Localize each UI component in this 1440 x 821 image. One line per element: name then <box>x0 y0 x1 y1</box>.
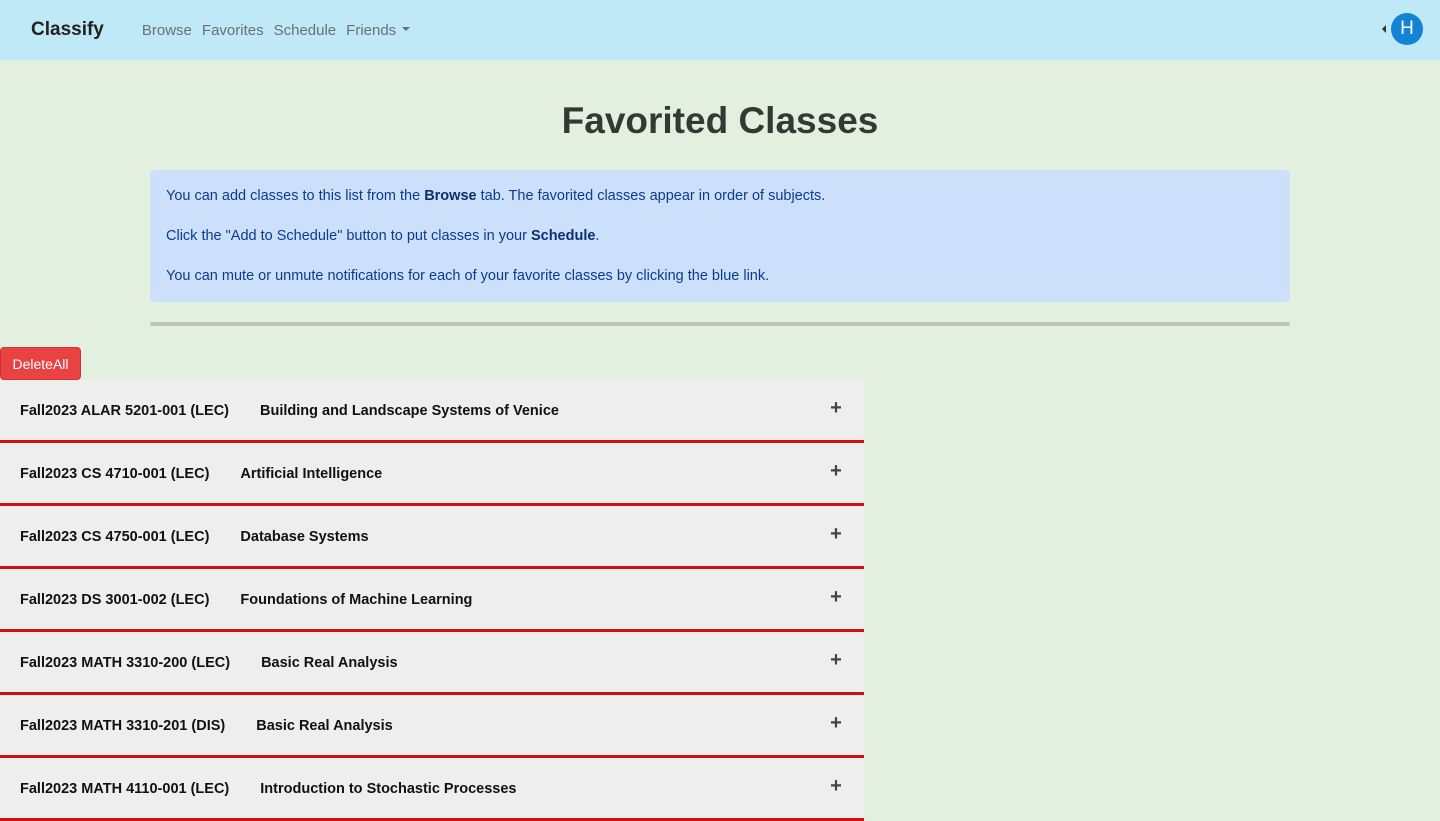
class-name: Foundations of Machine Learning <box>240 592 473 608</box>
class-code: Fall2023 ALAR 5201-001 (LEC) <box>20 403 229 419</box>
class-name: Artificial Intelligence <box>240 466 383 482</box>
chevron-down-icon <box>402 26 411 31</box>
schedule-reference: Schedule <box>530 228 596 244</box>
nav-link-schedule[interactable]: Schedule <box>274 22 337 39</box>
class-code: Fall2023 MATH 3310-200 (LEC) <box>20 655 231 671</box>
class-name: Basic Real Analysis <box>256 718 393 734</box>
plus-icon[interactable]: + <box>828 524 844 544</box>
user-menu[interactable]: H <box>1382 13 1423 45</box>
class-name: Introduction to Stochastic Processes <box>260 781 517 797</box>
class-row[interactable]: Fall2023 MATH 4110-001 (LEC) Introductio… <box>0 758 864 821</box>
info-line-3: You can mute or unmute notifications for… <box>166 268 770 284</box>
info-line-1: You can add classes to this list from th… <box>166 188 826 204</box>
avatar[interactable]: H <box>1391 13 1423 45</box>
plus-icon[interactable]: + <box>828 587 844 607</box>
plus-icon[interactable]: + <box>828 650 844 670</box>
info-line-2: Click the "Add to Schedule" button to pu… <box>166 228 600 244</box>
class-name: Basic Real Analysis <box>261 655 398 671</box>
class-row[interactable]: Fall2023 ALAR 5201-001 (LEC) Building an… <box>0 380 864 443</box>
class-name: Database Systems <box>240 529 369 545</box>
plus-icon[interactable]: + <box>828 713 844 733</box>
friends-label: Friends <box>346 21 397 39</box>
browse-tab-reference: Browse <box>424 188 477 204</box>
plus-icon[interactable]: + <box>828 776 844 796</box>
class-row[interactable]: Fall2023 MATH 3310-200 (LEC) Basic Real … <box>0 632 864 695</box>
class-row[interactable]: Fall2023 DS 3001-002 (LEC) Foundations o… <box>0 569 864 632</box>
class-code: Fall2023 CS 4750-001 (LEC) <box>20 529 210 545</box>
nav-dropdown-friends[interactable]: Friends <box>346 21 411 39</box>
brand-logo[interactable]: Classify <box>31 19 104 41</box>
page-title: Favorited Classes <box>561 100 879 141</box>
class-name: Building and Landscape Systems of Venice <box>260 403 559 419</box>
class-row[interactable]: Fall2023 MATH 3310-201 (DIS) Basic Real … <box>0 695 864 758</box>
class-row[interactable]: Fall2023 CS 4750-001 (LEC) Database Syst… <box>0 506 864 569</box>
plus-icon[interactable]: + <box>828 398 844 418</box>
class-code: Fall2023 DS 3001-002 (LEC) <box>20 592 210 608</box>
nav-link-favorites[interactable]: Favorites <box>202 22 264 39</box>
class-code: Fall2023 MATH 3310-201 (DIS) <box>20 718 226 734</box>
chevron-left-icon <box>1382 25 1386 33</box>
class-code: Fall2023 MATH 4110-001 (LEC) <box>20 781 230 797</box>
plus-icon[interactable]: + <box>828 461 844 481</box>
delete-all-button[interactable]: DeleteAll <box>0 347 81 380</box>
nav-link-browse[interactable]: Browse <box>142 22 192 39</box>
class-code: Fall2023 CS 4710-001 (LEC) <box>20 466 210 482</box>
top-navbar: Classify Browse Favorites Schedule Frien… <box>0 0 1440 60</box>
class-row[interactable]: Fall2023 CS 4710-001 (LEC) Artificial In… <box>0 443 864 506</box>
info-alert: You can add classes to this list from th… <box>150 170 1290 302</box>
favorite-class-list: Fall2023 ALAR 5201-001 (LEC) Building an… <box>0 380 864 821</box>
divider <box>150 322 1290 326</box>
